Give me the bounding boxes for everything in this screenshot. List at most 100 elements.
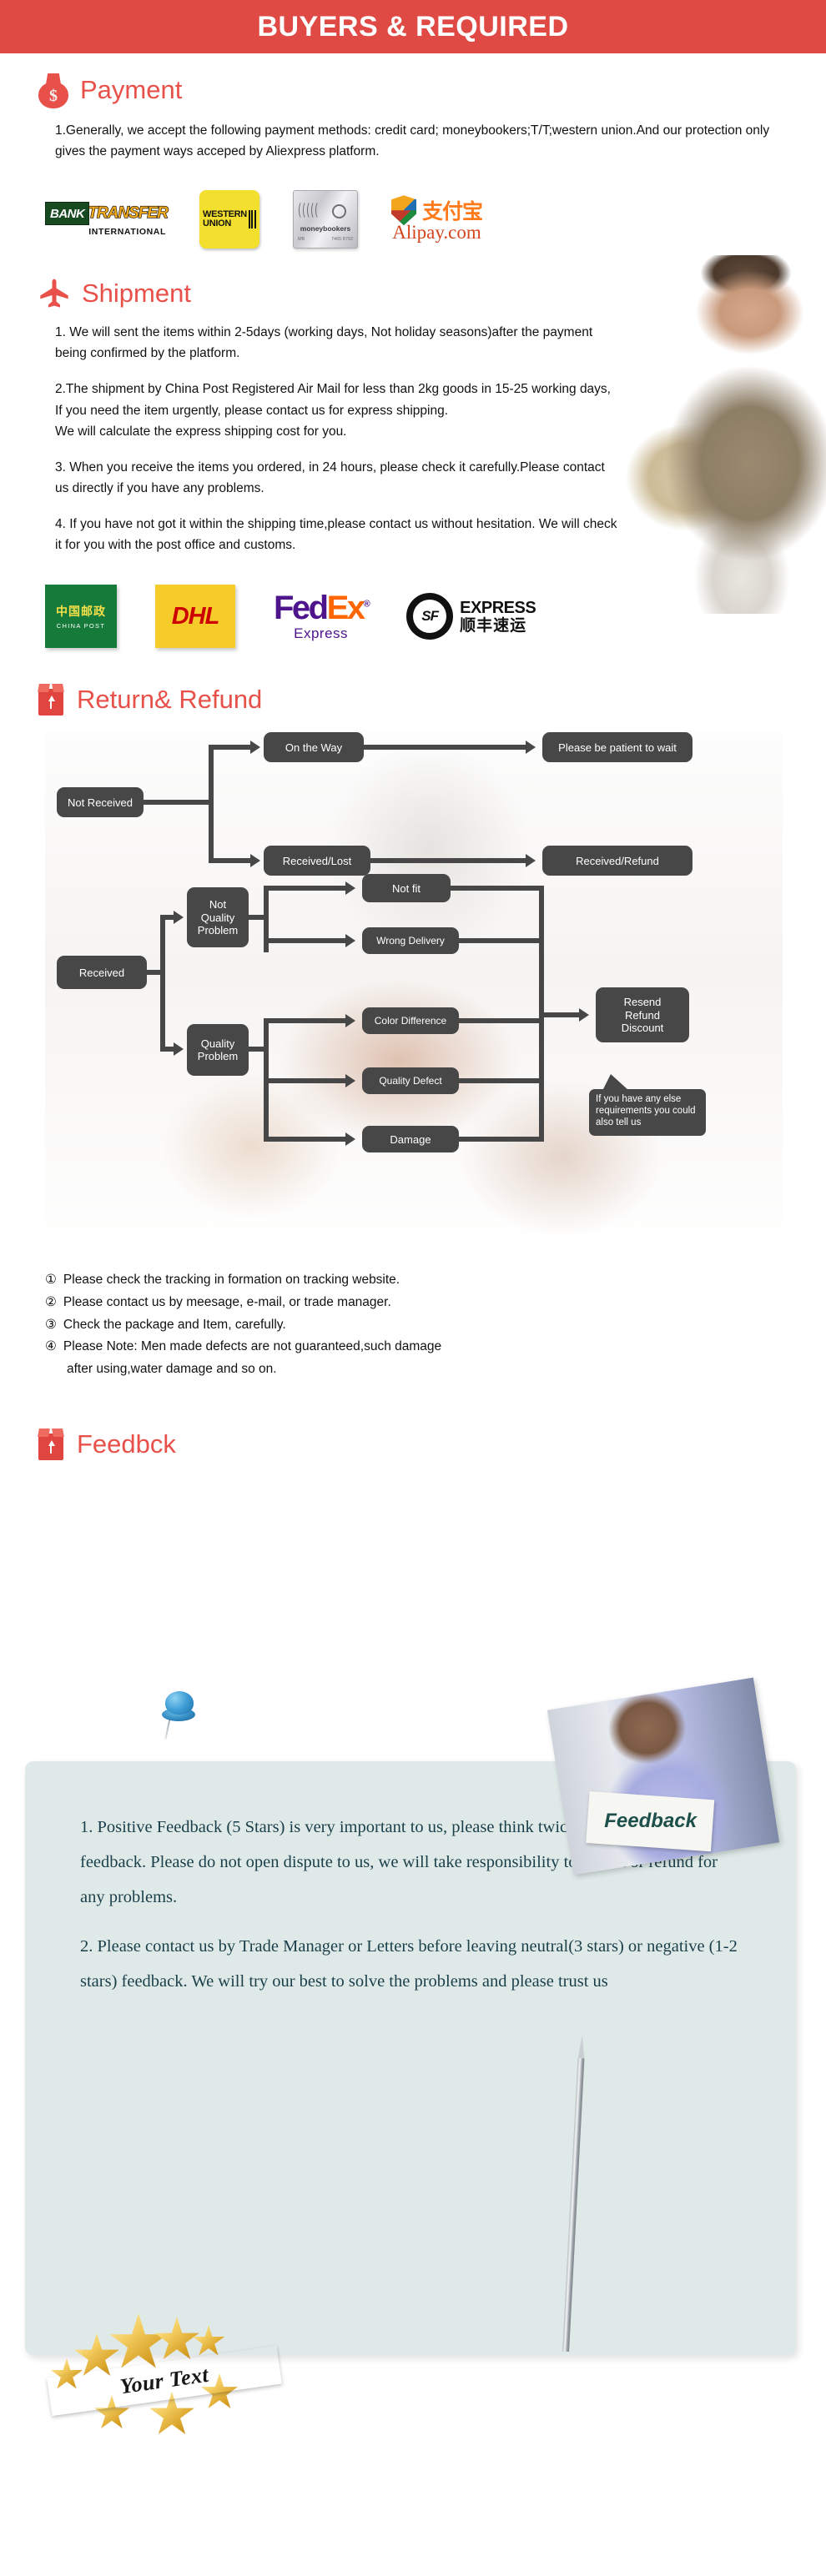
- flow-line: [209, 745, 252, 751]
- payment-heading-row: $ Payment: [0, 72, 826, 108]
- flow-node-wrong-delivery: Wrong Delivery: [362, 927, 459, 955]
- list-item-number: ④: [45, 1339, 57, 1354]
- payment-section: $ Payment 1.Generally, we accept the fol…: [0, 53, 826, 255]
- package-box-icon: [37, 682, 67, 717]
- flow-callout-extra-requirements: If you have any else requirements you co…: [589, 1074, 706, 1137]
- fedex-sub: Express: [294, 625, 349, 641]
- list-item: ① Please check the tracking in formation…: [45, 1269, 793, 1292]
- feedback-heading: Feedbck: [77, 1429, 176, 1459]
- flow-arrow: [526, 854, 536, 868]
- western-union-line2: UNION: [203, 218, 231, 229]
- china-post-logo: 中国邮政 CHINA POST: [45, 585, 117, 649]
- gold-star-badge: Your Text: [43, 2312, 285, 2437]
- fedex-logo: FedEx® Express: [274, 589, 370, 642]
- moneybookers-waves-icon: [299, 201, 320, 220]
- list-item-text: Please contact us by meesage, e-mail, or…: [63, 1294, 391, 1309]
- list-item-number: ①: [45, 1273, 57, 1288]
- shipment-paragraph-5: 4. If you have not got it within the shi…: [55, 516, 617, 553]
- flow-node-not-received: Not Received: [57, 787, 144, 818]
- alipay-cn-text: 支付宝: [422, 199, 483, 224]
- fedex-fed: Fed: [274, 589, 329, 626]
- return-flowchart: Not Received On the Way Please be patien…: [45, 731, 783, 1265]
- moneybookers-label: moneybookers: [300, 224, 351, 233]
- payment-text: 1.Generally, we accept the following pay…: [0, 120, 826, 162]
- flow-line: [209, 858, 252, 864]
- shipment-heading-row: Shipment: [0, 275, 826, 312]
- shipment-section: Shipment 1. We will sent the items withi…: [0, 255, 826, 654]
- moneybookers-micro-left: MB: [298, 237, 305, 243]
- flow-line: [264, 1078, 347, 1084]
- flow-line: [459, 1018, 544, 1024]
- flow-line: [364, 745, 527, 751]
- fedex-ex: Ex: [326, 589, 365, 626]
- flow-node-on-the-way: On the Way: [264, 732, 364, 763]
- flow-line: [459, 1078, 544, 1084]
- flow-arrow: [579, 1008, 589, 1022]
- feedback-woman-photo: Feedback: [546, 1677, 780, 1876]
- flow-arrow: [345, 934, 355, 948]
- flow-line: [459, 1137, 544, 1142]
- flow-node-quality-defect: Quality Defect: [362, 1067, 459, 1095]
- badge-ribbon-text: Your Text: [118, 2362, 210, 2399]
- shipment-text: 1. We will sent the items within 2-5days…: [0, 322, 826, 555]
- flow-node-please-wait: Please be patient to wait: [542, 732, 693, 763]
- pushpin-icon: [160, 1691, 197, 1740]
- fedex-registered-mark: ®: [363, 599, 370, 610]
- flow-line: [264, 938, 347, 944]
- sf-mark: SF: [421, 608, 439, 625]
- flow-arrow: [345, 881, 355, 896]
- flow-node-not-fit: Not fit: [362, 874, 451, 903]
- return-heading-row: Return& Refund: [0, 682, 826, 717]
- flow-line: [264, 1137, 347, 1142]
- return-notes-list: ① Please check the tracking in formation…: [0, 1269, 826, 1380]
- flow-line: [539, 1012, 582, 1018]
- moneybookers-micro-right: 7465 8792: [331, 237, 353, 243]
- feedback-heading-row: Feedbck: [0, 1427, 826, 1462]
- bank-transfer-sub: INTERNATIONAL: [88, 227, 166, 238]
- list-item-text: Please check the tracking in formation o…: [63, 1273, 400, 1288]
- list-item: ③ Check the package and Item, carefully.: [45, 1314, 793, 1337]
- list-item-text: Please Note: Men made defects are not gu…: [63, 1339, 442, 1354]
- flow-node-received: Received: [57, 956, 147, 990]
- alipay-shield-icon: [391, 195, 416, 226]
- flow-arrow: [250, 741, 260, 755]
- list-item-number: ②: [45, 1294, 57, 1309]
- alipay-en-text: Alipay.com: [392, 222, 481, 244]
- flow-line: [451, 886, 544, 891]
- flow-line: [209, 745, 214, 864]
- page-banner: BUYERS & REQUIRED: [0, 0, 826, 53]
- package-box-icon: [37, 1427, 67, 1462]
- alipay-logo: 支付宝 Alipay.com: [391, 195, 483, 244]
- payment-heading: Payment: [80, 75, 183, 104]
- bank-transfer-logo: BANK TRANSFER INTERNATIONAL: [45, 202, 169, 238]
- flow-line: [144, 800, 214, 806]
- dhl-logo: DHL: [155, 585, 235, 649]
- list-item-number: ③: [45, 1317, 57, 1332]
- sf-express-logo: SF EXPRESS 顺丰速运: [406, 593, 536, 640]
- list-item: ② Please contact us by meesage, e-mail, …: [45, 1292, 793, 1314]
- flow-arrow: [174, 911, 184, 925]
- western-union-bars-icon: [248, 210, 256, 229]
- payment-paragraph-1: 1.Generally, we accept the following pay…: [55, 123, 770, 159]
- page-title: BUYERS & REQUIRED: [257, 10, 569, 43]
- flow-node-color-difference: Color Difference: [362, 1007, 459, 1035]
- flow-line: [160, 915, 165, 1052]
- flow-arrow: [345, 1014, 355, 1028]
- return-heading: Return& Refund: [77, 685, 263, 715]
- feedback-paragraph-2: 2. Please contact us by Trade Manager or…: [80, 1936, 738, 1991]
- callout-tail-icon: [602, 1074, 629, 1092]
- flow-arrow: [345, 1132, 355, 1147]
- sf-cn: 顺丰速运: [460, 615, 527, 635]
- flow-arrow: [345, 1074, 355, 1088]
- flow-line: [264, 886, 347, 891]
- western-union-logo: WESTERN UNION: [199, 190, 259, 249]
- flow-line: [459, 938, 544, 944]
- china-post-en: CHINA POST: [56, 622, 106, 630]
- flow-node-received-lost: Received/Lost: [264, 846, 370, 876]
- list-item-continuation: after using,water damage and so on.: [67, 1361, 277, 1376]
- list-item-text: Check the package and Item, carefully.: [63, 1317, 286, 1332]
- flow-line: [370, 858, 527, 864]
- badge-star-icon: [154, 2317, 199, 2359]
- dhl-text: DHL: [171, 602, 220, 630]
- flow-node-quality-problem: Quality Problem: [187, 1024, 249, 1077]
